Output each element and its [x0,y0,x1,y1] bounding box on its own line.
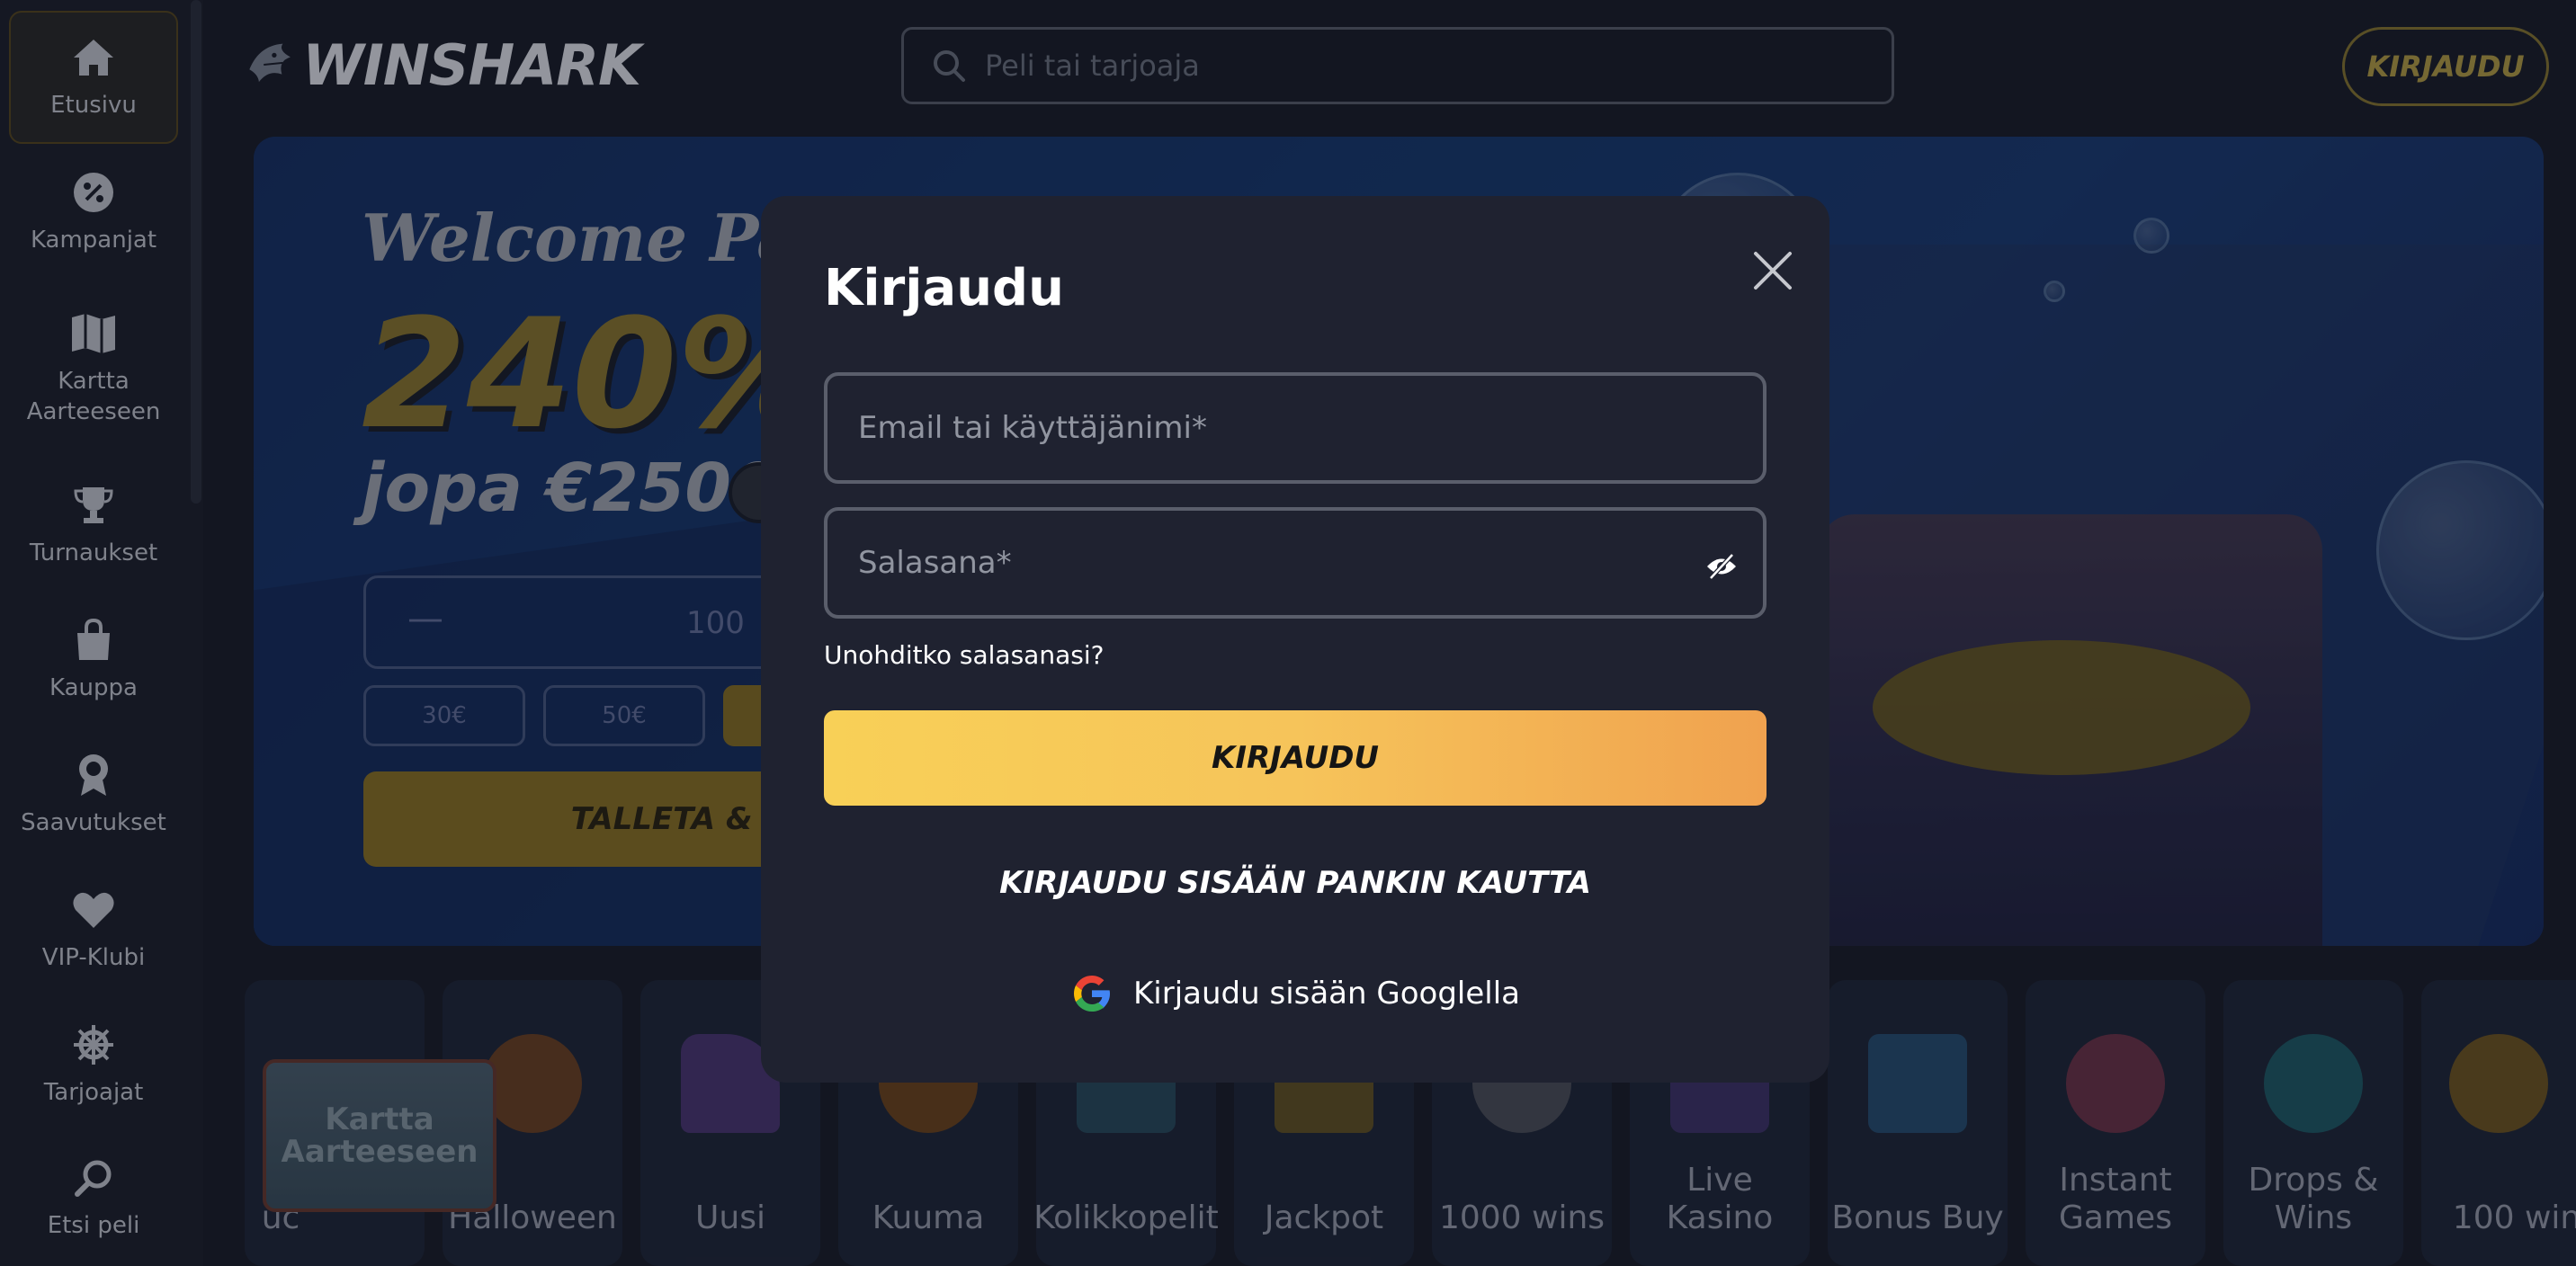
email-field[interactable] [824,372,1767,484]
close-icon [1754,252,1792,290]
bank-login-button[interactable]: KIRJAUDU SISÄÄN PANKIN KAUTTA [824,836,1767,930]
email-input[interactable] [858,410,1668,446]
password-input[interactable] [858,545,1668,581]
eye-off-icon [1707,553,1736,580]
toggle-password-visibility[interactable] [1704,548,1740,584]
close-button[interactable] [1741,239,1804,302]
google-icon [1073,976,1110,1012]
login-modal: Kirjaudu Unohditko salasanasi? KIRJAUDU … [761,196,1829,1083]
forgot-password-link[interactable]: Unohditko salasanasi? [824,640,1104,670]
google-login-label: Kirjaudu sisään Googlella [1132,976,1520,1012]
password-field[interactable] [824,507,1767,619]
login-submit-button[interactable]: KIRJAUDU [824,710,1767,806]
google-login-button[interactable]: Kirjaudu sisään Googlella [824,953,1767,1034]
modal-title: Kirjaudu [824,259,1065,317]
